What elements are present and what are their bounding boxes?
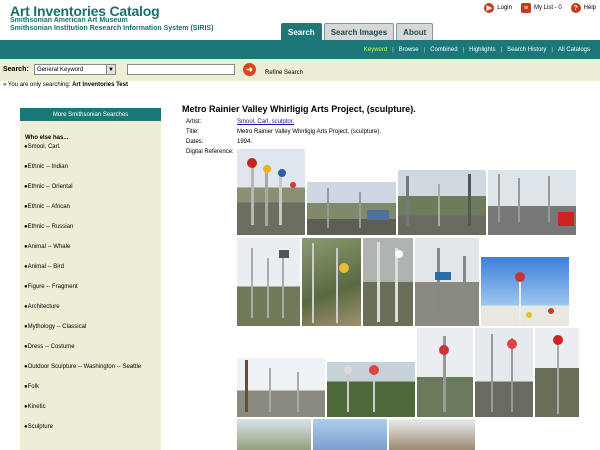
sidebar-item-mythology-classical[interactable]: ●Mythology -- Classical [24, 324, 86, 330]
photo-thumbnail[interactable] [389, 419, 475, 450]
sidebar-heading: More Smithsonian Searches [20, 108, 161, 121]
nav-all-catalogs[interactable]: All Catalogs [553, 47, 595, 53]
main-tabs: Search Search Images About [281, 23, 434, 40]
sidebar-item-figure-fragment[interactable]: ●Figure -- Fragment [24, 284, 78, 290]
sidebar-item-kinetic[interactable]: ●Kinetic [24, 404, 46, 410]
tab-search[interactable]: Search [281, 23, 322, 40]
nav-browse[interactable]: Browse [394, 47, 424, 53]
nav-highlights[interactable]: Highlights [464, 47, 500, 53]
search-scope-prefix: » You are only searching: [3, 82, 73, 88]
search-go-button[interactable]: ➜ [243, 63, 256, 76]
search-field-select[interactable]: General Keyword ▼ [34, 64, 116, 75]
photo-thumbnail[interactable] [237, 238, 300, 326]
help-label: Help [583, 5, 596, 11]
sidebar-item-ethnic-russian[interactable]: ●Ethnic -- Russian [24, 224, 73, 230]
login-link[interactable]: ▶ Login [484, 3, 512, 13]
nav-separator: | [500, 46, 503, 53]
photo-thumbnail[interactable] [398, 170, 486, 235]
photo-thumbnail[interactable] [237, 358, 325, 417]
top-links: ▶ Login ≡ My List - 0 ? Help [478, 3, 596, 13]
search-field-value: General Keyword [37, 66, 84, 73]
tab-search-images[interactable]: Search Images [323, 23, 395, 40]
sidebar-item-ethnic-indian[interactable]: ●Ethnic -- Indian [24, 164, 68, 170]
nav-keyword[interactable]: Keyword [359, 47, 392, 53]
search-input[interactable] [127, 64, 235, 75]
photo-thumbnail[interactable] [327, 362, 415, 417]
chevron-down-icon[interactable]: ▼ [106, 65, 115, 74]
photo-thumbnail[interactable] [302, 238, 361, 326]
search-label: Search: [3, 66, 29, 73]
title-label: Title: [186, 129, 199, 135]
artist-label: Artist: [186, 119, 202, 125]
sidebar-item-dress-costume[interactable]: ●Dress -- Costume [24, 344, 75, 350]
sidebar-item-animal-whale[interactable]: ●Animal -- Whale [24, 244, 70, 250]
sidebar-item-outdoor-sculpture-seattle[interactable]: ●Outdoor Sculpture -- Washington -- Seat… [24, 364, 141, 370]
siris-subtitle: Smithsonian Institution Research Informa… [10, 25, 214, 32]
digital-reference-label: Digital Reference: [186, 149, 234, 155]
record-title: Metro Rainier Valley Whirligig Arts Proj… [182, 104, 416, 114]
search-scope-note: » You are only searching: Art Inventorie… [3, 82, 128, 88]
nav-separator: | [462, 46, 465, 53]
my-list-label: My List - 0 [533, 5, 562, 11]
nav-separator: | [551, 46, 553, 53]
title-value: Metro Rainier Valley Whirligig Arts Proj… [237, 129, 381, 135]
photo-thumbnail[interactable] [535, 328, 579, 417]
help-icon: ? [570, 3, 581, 13]
dates-value: 1994. [237, 139, 253, 145]
more-searches-sidebar: More Smithsonian Searches Who else has..… [20, 108, 161, 450]
tab-about[interactable]: About [396, 23, 434, 40]
sidebar-item-smool-carl[interactable]: ●Smool, Carl. [24, 144, 61, 150]
photo-thumbnail[interactable] [488, 170, 576, 235]
photo-thumbnail[interactable] [313, 419, 387, 450]
sidebar-item-ethnic-oriental[interactable]: ●Ethnic -- Oriental [24, 184, 73, 190]
arrow-right-icon: ➜ [246, 65, 253, 74]
login-icon: ▶ [484, 3, 495, 13]
nav-search-history[interactable]: Search History [502, 47, 551, 53]
login-label: Login [497, 5, 512, 11]
photo-thumbnail[interactable] [237, 419, 311, 450]
search-nav-bar: Keyword | Browse | Combined | Highlights… [0, 40, 600, 59]
photo-thumbnail[interactable] [415, 238, 479, 326]
sidebar-item-folk[interactable]: ●Folk [24, 384, 39, 390]
search-scope-target: Art Inventories Test [72, 82, 128, 88]
sidebar-item-sculpture[interactable]: ●Sculpture [24, 424, 53, 430]
help-link[interactable]: ? Help [570, 3, 596, 13]
sidebar-item-ethnic-african[interactable]: ●Ethnic -- African [24, 204, 70, 210]
list-icon: ≡ [520, 3, 531, 13]
dates-label: Dates: [186, 139, 204, 145]
refine-search-link[interactable]: Refine Search [265, 70, 303, 76]
museum-subtitle: Smithsonian American Art Museum [10, 17, 128, 24]
photo-thumbnail[interactable] [481, 257, 569, 326]
artist-link[interactable]: Smool, Carl, sculptor. [237, 119, 294, 125]
nav-combined[interactable]: Combined [425, 47, 462, 53]
photo-thumbnail[interactable] [475, 328, 533, 417]
search-bar: Search: General Keyword ▼ ➜ Refine Searc… [0, 59, 600, 81]
photo-thumbnail[interactable] [417, 328, 473, 417]
photo-thumbnail[interactable] [237, 149, 305, 235]
sidebar-item-architecture[interactable]: ●Architecture [24, 304, 60, 310]
photo-thumbnail[interactable] [363, 238, 413, 326]
who-else-label: Who else has... [25, 135, 69, 141]
nav-separator: | [392, 46, 394, 53]
nav-separator: | [423, 46, 426, 53]
my-list-link[interactable]: ≡ My List - 0 [520, 3, 562, 13]
sidebar-item-animal-bird[interactable]: ●Animal -- Bird [24, 264, 64, 270]
photo-thumbnail[interactable] [307, 182, 396, 235]
